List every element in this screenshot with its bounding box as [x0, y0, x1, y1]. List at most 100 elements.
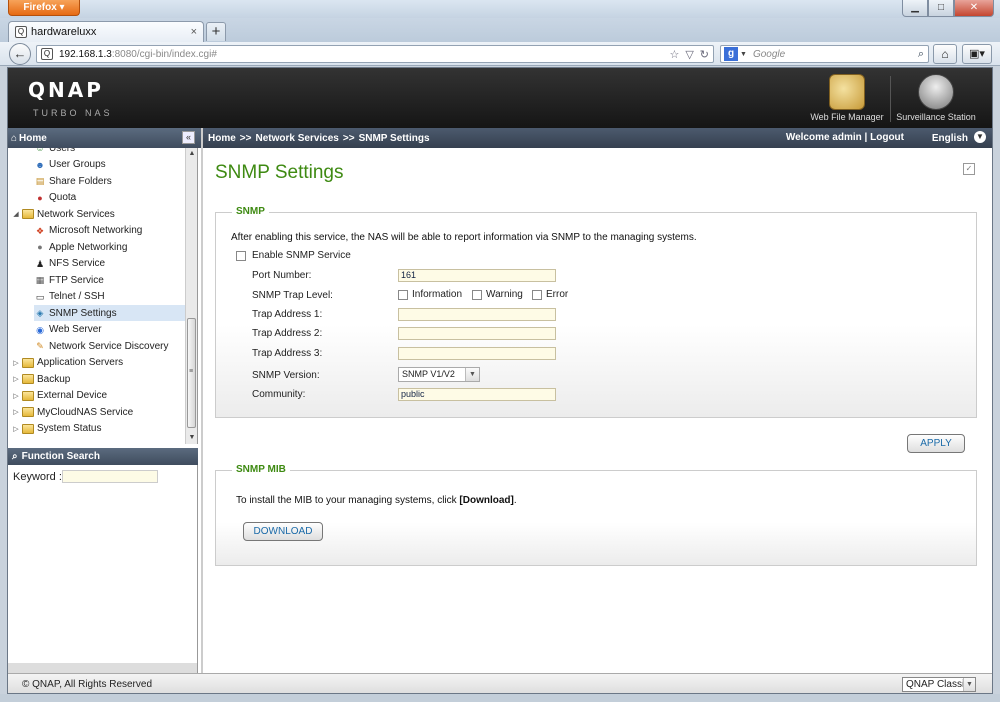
home-icon: ⌂: [11, 132, 18, 144]
function-search-panel: Keyword :: [8, 465, 198, 663]
sidebar-scrollbar[interactable]: ▲ ≡ ▼: [185, 148, 197, 444]
maximize-button[interactable]: □: [928, 0, 954, 17]
error-checkbox[interactable]: [532, 289, 542, 300]
enable-snmp-checkbox[interactable]: [236, 250, 246, 261]
web-file-manager-launcher[interactable]: Web File Manager: [805, 74, 889, 122]
page-options-icon[interactable]: ✓: [963, 163, 975, 175]
addon-bar-button[interactable]: ▣▾: [962, 44, 992, 64]
sidebar-item-network-services[interactable]: ◢ Network Services: [12, 206, 185, 222]
sidebar-item-ftp-service[interactable]: ▦ FTP Service: [34, 272, 185, 288]
scroll-up-icon[interactable]: ▲: [186, 148, 197, 160]
sidebar-home-header[interactable]: ⌂ Home: [8, 128, 198, 148]
welcome-logout-link[interactable]: Welcome admin | Logout: [786, 132, 904, 143]
surveillance-station-launcher[interactable]: Surveillance Station: [894, 74, 978, 122]
search-engine-dropdown-icon[interactable]: ▼: [740, 51, 747, 58]
breadcrumb-network-services[interactable]: Network Services: [255, 133, 338, 144]
reload-icon[interactable]: ↻: [700, 48, 709, 61]
breadcrumb-separator: >>: [239, 132, 252, 144]
collapse-sidebar-button[interactable]: «: [182, 131, 195, 144]
sidebar-item-users[interactable]: ☺ Users: [34, 148, 185, 156]
expand-arrow-icon[interactable]: ▷: [12, 408, 20, 416]
trap-address-2-input[interactable]: [398, 327, 556, 340]
new-tab-button[interactable]: +: [206, 22, 226, 41]
sidebar-item-external-device[interactable]: ▷ External Device: [12, 388, 185, 404]
folder-icon: [22, 423, 34, 434]
sidebar-item-telnet-ssh[interactable]: ▭ Telnet / SSH: [34, 289, 185, 305]
community-input[interactable]: public: [398, 388, 556, 401]
expand-arrow-icon[interactable]: ▷: [12, 359, 20, 367]
copyright-text: © QNAP, All Rights Reserved: [22, 679, 153, 690]
keyword-input[interactable]: [62, 470, 158, 483]
breadcrumb: Home >> Network Services >> SNMP Setting…: [201, 128, 992, 148]
qnap-favicon-icon: Q: [15, 26, 27, 38]
home-button[interactable]: ⌂: [933, 44, 957, 64]
sidebar-item-label: Users: [49, 148, 76, 154]
search-input[interactable]: Google: [753, 49, 918, 60]
breadcrumb-separator: >>: [342, 132, 355, 144]
url-bar[interactable]: Q 192.168.1.3:8080/cgi-bin/index.cgi# ☆ …: [36, 45, 714, 63]
snmp-version-select[interactable]: SNMP V1/V2 ▼: [398, 367, 480, 382]
sidebar-item-share-folders[interactable]: ▤ Share Folders: [34, 173, 185, 189]
port-number-input[interactable]: 161: [398, 269, 556, 282]
sidebar-item-label: Network Services: [37, 208, 115, 220]
download-button[interactable]: DOWNLOAD: [243, 522, 323, 541]
url-text[interactable]: 192.168.1.3:8080/cgi-bin/index.cgi#: [59, 49, 669, 60]
chevron-down-icon[interactable]: ▼: [465, 368, 479, 381]
trap-address-1-input[interactable]: [398, 308, 556, 321]
warning-checkbox[interactable]: [472, 289, 482, 300]
sidebar-item-system-status[interactable]: ▷ System Status: [12, 421, 185, 437]
bookmark-star-icon[interactable]: ☆: [669, 48, 679, 61]
apple-networking-icon: ●: [37, 242, 43, 252]
site-identity-icon[interactable]: Q: [41, 48, 53, 60]
sidebar-item-network-service-discovery[interactable]: ✎ Network Service Discovery: [34, 338, 185, 354]
sidebar-item-mycloudnas-service[interactable]: ▷ MyCloudNAS Service: [12, 404, 185, 420]
theme-value: QNAP Classic: [906, 679, 970, 690]
language-dropdown-icon[interactable]: ▼: [974, 131, 986, 143]
search-bar[interactable]: g ▼ Google ⌕: [720, 45, 929, 63]
window-titlebar: Firefox ▾ ▁ □ ✕: [0, 0, 1000, 18]
firefox-menu-button[interactable]: Firefox ▾: [8, 0, 80, 16]
language-selector[interactable]: English: [932, 133, 968, 144]
mib-download-link[interactable]: [Download]: [459, 495, 513, 506]
sidebar-item-application-servers[interactable]: ▷ Application Servers: [12, 355, 185, 371]
url-dropdown-icon[interactable]: ▽: [685, 48, 693, 61]
sidebar-item-backup[interactable]: ▷ Backup: [12, 371, 185, 387]
breadcrumb-home[interactable]: Home: [208, 133, 236, 144]
sidebar-item-label: User Groups: [49, 159, 106, 170]
sidebar-item-label: Share Folders: [49, 175, 112, 187]
keyword-label: Keyword :: [13, 471, 62, 483]
scrollbar-thumb[interactable]: ≡: [187, 318, 196, 428]
browser-tab[interactable]: Q hardwareluxx ×: [8, 21, 204, 42]
close-window-button[interactable]: ✕: [954, 0, 994, 17]
theme-select[interactable]: QNAP Classic ▼: [902, 677, 976, 692]
expand-arrow-icon[interactable]: ▷: [12, 425, 20, 433]
google-logo-icon[interactable]: g: [724, 47, 738, 61]
search-go-icon[interactable]: ⌕: [918, 48, 928, 61]
tab-close-icon[interactable]: ×: [191, 26, 197, 38]
snmp-version-value: SNMP V1/V2: [402, 369, 455, 379]
sidebar-item-quota[interactable]: ● Quota: [34, 190, 185, 206]
sidebar-item-apple-networking[interactable]: ● Apple Networking: [34, 239, 185, 255]
collapse-arrow-icon[interactable]: ◢: [12, 210, 20, 218]
chevron-down-icon[interactable]: ▼: [963, 678, 975, 691]
sidebar-item-microsoft-networking[interactable]: ❖ Microsoft Networking: [34, 223, 185, 239]
sidebar-item-web-server[interactable]: ◉ Web Server: [34, 322, 185, 338]
sidebar-item-label: Quota: [49, 192, 77, 203]
community-label: Community:: [252, 389, 306, 400]
minimize-button[interactable]: ▁: [902, 0, 928, 17]
information-checkbox[interactable]: [398, 289, 408, 300]
scroll-down-icon[interactable]: ▼: [186, 432, 197, 444]
trap-level-information[interactable]: Information: [398, 289, 462, 300]
expand-arrow-icon[interactable]: ▷: [12, 392, 20, 400]
back-button[interactable]: ←: [9, 43, 31, 65]
apply-button[interactable]: APPLY: [907, 434, 965, 453]
enable-snmp-row: Enable SNMP Service: [236, 250, 351, 261]
trap-level-warning[interactable]: Warning: [472, 289, 523, 300]
trap-level-error[interactable]: Error: [532, 289, 568, 300]
expand-arrow-icon[interactable]: ▷: [12, 375, 20, 383]
function-search-header: ⌕ Function Search: [8, 448, 198, 465]
sidebar-item-snmp-settings[interactable]: ◈ SNMP Settings: [34, 305, 185, 321]
sidebar-item-nfs-service[interactable]: ♟ NFS Service: [34, 256, 185, 272]
trap-address-3-input[interactable]: [398, 347, 556, 360]
sidebar-item-user-groups[interactable]: ☻ User Groups: [34, 157, 185, 173]
